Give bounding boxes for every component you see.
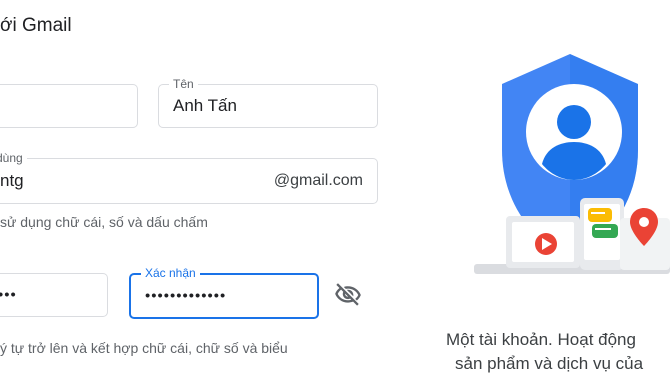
caption-line-2: sản phẩm và dịch vụ của	[455, 354, 644, 373]
username-label: dùng	[0, 151, 27, 165]
username-hint: sử dụng chữ cái, số và dấu chấm	[0, 214, 208, 230]
account-illustration	[470, 50, 670, 290]
password-field[interactable]: •••	[0, 273, 108, 317]
page-title: ới Gmail	[0, 15, 72, 36]
account-circle-icon	[526, 84, 622, 180]
password-hint: ý tự trở lên và kết hợp chữ cái, chữ số …	[0, 340, 288, 356]
show-password-toggle[interactable]	[334, 281, 362, 309]
last-name-field[interactable]	[0, 84, 138, 128]
first-name-label: Tên	[169, 77, 198, 91]
username-value: ntg	[0, 171, 24, 190]
first-name-value: Anh Tấn	[173, 96, 237, 115]
password-value: •••	[0, 286, 17, 304]
play-icon	[535, 233, 557, 255]
laptop-device	[506, 216, 580, 268]
tablet-device	[620, 208, 670, 270]
confirm-password-value: •••••••••••••	[145, 287, 227, 305]
confirm-password-field[interactable]: Xác nhận •••••••••••••	[129, 266, 319, 319]
confirm-password-label: Xác nhận	[141, 266, 200, 280]
gmail-suffix: @gmail.com	[273, 172, 363, 189]
first-name-field[interactable]: Tên Anh Tấn	[158, 77, 378, 128]
phone-device	[580, 198, 624, 270]
eye-off-icon	[335, 283, 361, 306]
caption-line-1: Một tài khoản. Hoạt động	[446, 330, 636, 349]
username-field[interactable]: dùng ntg @gmail.com	[0, 151, 378, 204]
